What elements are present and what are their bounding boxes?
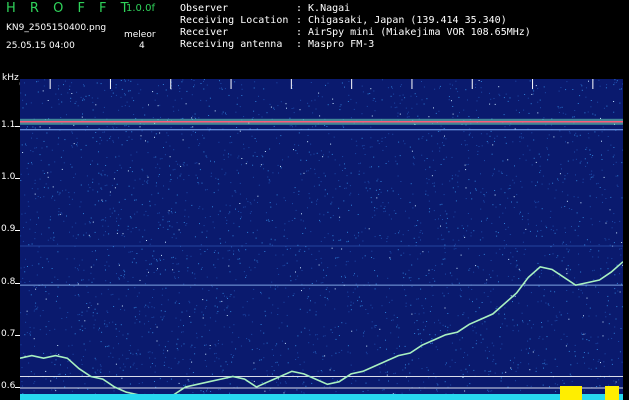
plot-background — [20, 79, 623, 400]
datetime-label: 25.05.15 04:00 — [6, 41, 75, 51]
y-axis-unit: kHz — [2, 73, 19, 83]
info-label-antenna: Receiving antenna — [180, 39, 283, 50]
version-label: 1.0.0f — [126, 3, 155, 14]
info-value-antenna: : Maspro FM-3 — [296, 39, 375, 50]
info-label-observer: Observer — [180, 3, 229, 14]
y-tick-label: 0.7 — [1, 328, 16, 339]
y-tick-label: 0.6 — [1, 380, 16, 391]
filename-label: KN9_2505150400.png — [6, 23, 107, 33]
y-tick-label: 0.8 — [1, 276, 16, 287]
power-spike — [560, 386, 582, 400]
info-value-location: : Chigasaki, Japan (139.414 35.340) — [296, 15, 507, 26]
info-label-receiver: Receiver — [180, 27, 229, 38]
spectrogram-plot — [20, 79, 623, 400]
info-value-receiver: : AirSpy mini (Miakejima VOR 108.65MHz) — [296, 27, 531, 38]
info-label-location: Receiving Location — [180, 15, 289, 26]
y-tick-label: 1.1 — [1, 119, 16, 130]
y-tick-label: 1.0 — [1, 172, 16, 183]
info-value-observer: : K.Nagai — [296, 3, 351, 14]
power-spike — [605, 386, 619, 400]
meleor-label: meleor — [124, 30, 156, 40]
meleor-count: 4 — [139, 41, 145, 51]
brand-title: H R O F F T — [6, 1, 134, 16]
y-tick-label: 0.9 — [1, 224, 16, 235]
power-floor — [20, 394, 623, 400]
